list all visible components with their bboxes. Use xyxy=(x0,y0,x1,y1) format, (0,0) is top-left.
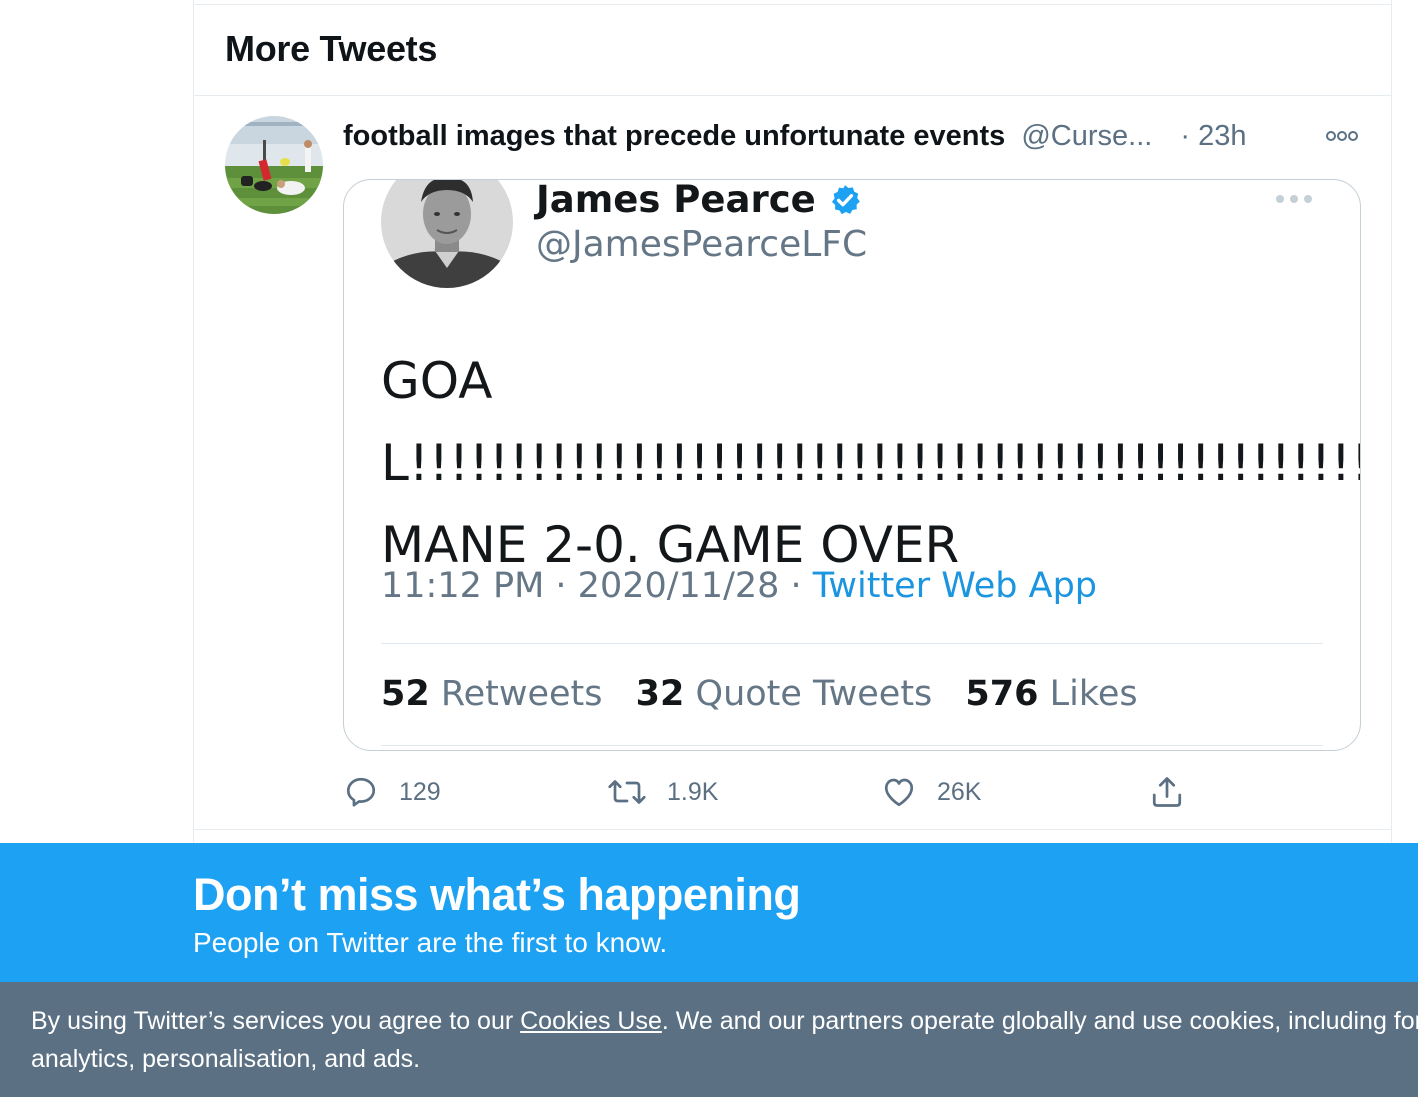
stat-likes: 576 Likes xyxy=(965,674,1138,714)
like-button[interactable]: 26K xyxy=(881,768,981,816)
retweet-count: 1.9K xyxy=(667,777,719,806)
quoted-source-app: Twitter Web App xyxy=(812,566,1098,606)
quoted-author-avatar xyxy=(381,180,513,288)
cookies-use-link[interactable]: Cookies Use xyxy=(520,1007,662,1035)
quoted-author-name-text: James Pearce xyxy=(536,179,816,221)
retweet-icon xyxy=(608,780,646,804)
person-portrait-icon xyxy=(381,180,513,288)
verified-badge-icon xyxy=(831,184,860,214)
cookie-text-prefix: By using Twitter’s services you agree to… xyxy=(31,1007,521,1035)
quoted-tweet-stats: 52 Retweets 32 Quote Tweets 576 Likes xyxy=(381,674,1160,714)
reply-count: 129 xyxy=(399,777,441,806)
heart-icon xyxy=(884,778,914,807)
author-avatar[interactable] xyxy=(225,116,323,214)
more-options-button[interactable] xyxy=(1322,122,1362,150)
signup-banner: Don’t miss what’s happening People on Tw… xyxy=(0,843,1418,982)
more-dots-icon xyxy=(1326,131,1358,141)
quoted-author-handle: @JamesPearceLFC xyxy=(536,224,868,265)
reply-icon xyxy=(346,777,376,807)
quoted-author-name: James Pearce xyxy=(536,179,862,221)
quoted-divider-bottom xyxy=(381,745,1323,746)
timeline-column: More Tweets football images that precede… xyxy=(193,0,1392,845)
quoted-tweet-text: GOAL!!!!!!!!!!!!!!!!!!!!!!!!!!!!!!!!!!!!… xyxy=(381,352,1360,574)
stat-quote-tweets: 32 Quote Tweets xyxy=(635,674,933,714)
banner-subtitle: People on Twitter are the first to know. xyxy=(193,927,668,958)
header-divider xyxy=(194,95,1391,96)
top-divider xyxy=(194,4,1391,5)
cookie-text: By using Twitter’s services you agree to… xyxy=(31,1002,1418,1078)
quoted-tweet-card[interactable]: James Pearce @JamesPearceLFC GOAL!!!!!!!… xyxy=(343,179,1361,751)
quoted-tweet-meta: 11:12 PM · 2020/11/28 · Twitter Web App xyxy=(381,566,1097,606)
retweet-button[interactable]: 1.9K xyxy=(607,768,718,816)
quoted-divider-top xyxy=(381,643,1323,644)
football-scene-avatar xyxy=(225,116,323,214)
tweet-header: football images that precede unfortunate… xyxy=(343,116,1373,156)
tweet-actions: 129 1.9K 26K xyxy=(343,768,1243,816)
like-count: 26K xyxy=(937,777,982,806)
share-icon xyxy=(1152,777,1182,807)
author-name[interactable]: football images that precede unfortunate… xyxy=(343,120,1005,152)
quoted-more-icon xyxy=(1274,192,1314,210)
cookie-notice: By using Twitter’s services you agree to… xyxy=(0,982,1418,1097)
reply-button[interactable]: 129 xyxy=(343,768,441,816)
banner-title: Don’t miss what’s happening xyxy=(193,869,801,920)
tweet-divider xyxy=(194,829,1391,830)
quoted-time-date: 11:12 PM · 2020/11/28 · xyxy=(381,566,813,606)
section-title: More Tweets xyxy=(225,28,438,69)
share-button[interactable] xyxy=(1149,768,1205,816)
tweet-time[interactable]: · 23h xyxy=(1180,120,1246,152)
author-handle[interactable]: @Curse... xyxy=(1021,120,1152,152)
stat-retweets: 52 Retweets xyxy=(381,674,603,714)
